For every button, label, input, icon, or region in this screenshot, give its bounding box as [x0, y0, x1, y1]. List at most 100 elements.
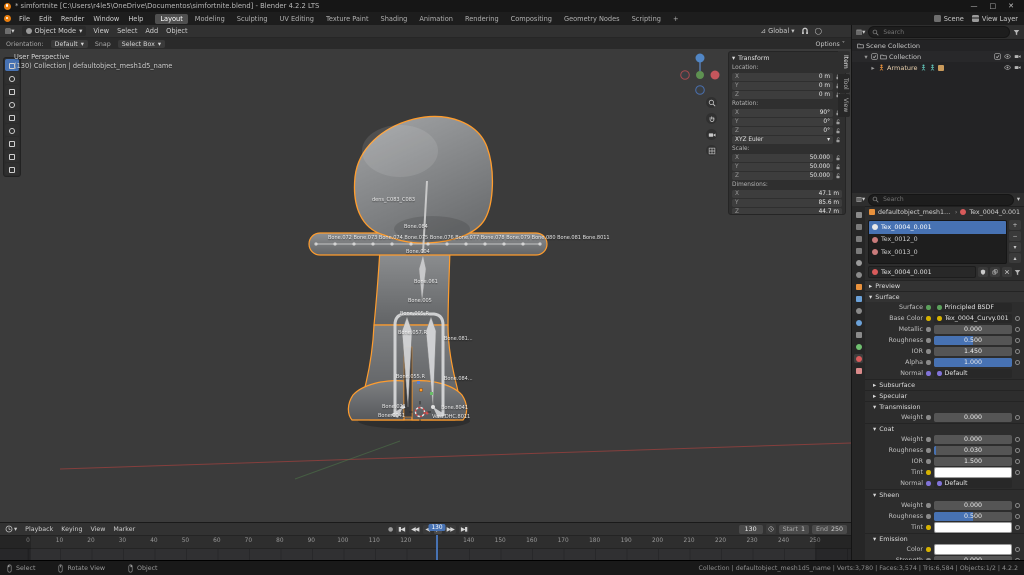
tab-physics[interactable] — [854, 318, 863, 327]
scale-tool[interactable] — [5, 111, 19, 123]
outliner-row-scene-collection[interactable]: Scene Collection — [852, 40, 1024, 51]
render-camera-icon[interactable] — [1014, 53, 1021, 60]
workspace-tab-uv-editing[interactable]: UV Editing — [275, 14, 319, 24]
lock-icon[interactable] — [835, 137, 842, 144]
coat-ior-field[interactable]: 1.500 — [934, 457, 1012, 466]
viewport-menu-view[interactable]: View — [93, 27, 109, 35]
metallic-slider[interactable]: 0.000 — [934, 325, 1012, 334]
snap-magnet-icon[interactable] — [801, 27, 809, 35]
annotate-tool[interactable] — [5, 137, 19, 149]
base-color-texture-button[interactable]: Tex_0004_Curvy.001 — [934, 314, 1012, 323]
checkbox-icon[interactable] — [871, 53, 878, 60]
tab-particles[interactable] — [854, 306, 863, 315]
workspace-tab-compositing[interactable]: Compositing — [506, 14, 557, 24]
menu-render[interactable]: Render — [61, 15, 84, 23]
lock-icon[interactable] — [835, 173, 842, 180]
panel-transmission[interactable]: ▾Transmission — [865, 401, 1024, 412]
add-cube-tool[interactable] — [5, 163, 19, 175]
editor-type-icon[interactable]: ▤▾ — [5, 27, 15, 35]
move-tool[interactable] — [5, 85, 19, 97]
sidebar-tab-item[interactable]: Item — [838, 51, 850, 73]
add-slot-button[interactable]: + — [1009, 220, 1021, 230]
auto-key-button[interactable]: ● — [388, 526, 393, 533]
workspace-tab-scripting[interactable]: Scripting — [627, 14, 666, 24]
measure-tool[interactable] — [5, 150, 19, 162]
navigation-gizmo[interactable] — [681, 54, 720, 95]
workspace-tab-sculpting[interactable]: Sculpting — [232, 14, 273, 24]
rotation-y-field[interactable]: Y0° — [732, 118, 833, 126]
preview-range-clock-icon[interactable] — [766, 524, 776, 534]
rotation-x-field[interactable]: X90° — [732, 109, 833, 117]
playhead-frame-badge[interactable]: 130 — [428, 524, 445, 531]
jump-to-start-button[interactable]: ▮◀ — [396, 525, 406, 534]
timeline-menu-view[interactable]: View — [90, 526, 105, 533]
rotation-z-field[interactable]: Z0° — [732, 127, 833, 135]
sheen-roughness-slider[interactable]: 0.500 — [934, 512, 1012, 521]
breadcrumb-object[interactable]: defaultobject_mesh1d5_name — [878, 209, 952, 216]
scene-selector[interactable]: Scene — [934, 15, 964, 23]
location-z-field[interactable]: Z0 m — [732, 91, 833, 99]
cursor-tool[interactable] — [5, 72, 19, 84]
camera-view-icon[interactable] — [706, 129, 717, 140]
outliner-search[interactable] — [868, 26, 1010, 38]
panel-surface[interactable]: ▾Surface — [865, 291, 1024, 302]
tab-world[interactable] — [854, 270, 863, 279]
workspace-tab-rendering[interactable]: Rendering — [460, 14, 504, 24]
sidebar-tab-tool[interactable]: Tool — [838, 74, 850, 94]
fake-user-shield-icon[interactable] — [978, 267, 988, 277]
minimize-button[interactable]: — — [971, 2, 978, 10]
tab-render[interactable] — [854, 222, 863, 231]
tab-constraints[interactable] — [854, 330, 863, 339]
remove-slot-button[interactable]: − — [1009, 231, 1021, 241]
close-button[interactable]: ✕ — [1008, 2, 1014, 10]
workspace-tab-texture-paint[interactable]: Texture Paint — [321, 14, 374, 24]
unlink-x-icon[interactable] — [1002, 267, 1012, 277]
timeline-menu-marker[interactable]: Marker — [113, 526, 135, 533]
tab-tool[interactable] — [854, 210, 863, 219]
maximize-button[interactable]: □ — [990, 2, 997, 10]
tab-modifiers[interactable] — [854, 294, 863, 303]
lock-icon[interactable] — [835, 128, 842, 135]
perspective-grid-icon[interactable] — [706, 145, 717, 156]
orientation-value[interactable]: Default▾ — [51, 40, 88, 48]
properties-search[interactable] — [868, 194, 1014, 206]
options-dropdown[interactable]: Options˅ — [816, 41, 845, 48]
menu-file[interactable]: File — [19, 15, 30, 23]
menu-help[interactable]: Help — [128, 15, 143, 23]
timeline-menu-keying[interactable]: Keying — [61, 526, 82, 533]
normal-input-button[interactable]: Default — [934, 369, 1012, 378]
tab-object[interactable] — [854, 282, 863, 291]
ior-field[interactable]: 1.450 — [934, 347, 1012, 356]
dimensions-z-field[interactable]: Z44.7 m — [732, 208, 842, 215]
outliner-row-collection[interactable]: ▾ Collection — [852, 51, 1024, 62]
coat-roughness-slider[interactable]: 0.030 — [934, 446, 1012, 455]
workspace-tab-layout[interactable]: Layout — [155, 14, 187, 24]
workspace-tab-shading[interactable]: Shading — [376, 14, 413, 24]
sheen-tint-swatch[interactable] — [934, 522, 1012, 533]
3d-viewport[interactable]: User Perspective (130) Collection | defa… — [0, 49, 851, 523]
scale-z-field[interactable]: Z50.000 — [732, 172, 833, 180]
panel-sheen[interactable]: ▾Sheen — [865, 489, 1024, 500]
tab-object-data[interactable] — [854, 342, 863, 351]
active-tool[interactable]: Select Box▾ — [118, 40, 165, 48]
view-layer-selector[interactable]: View Layer — [972, 15, 1018, 23]
location-y-field[interactable]: Y0 m — [732, 82, 833, 90]
tab-scene[interactable] — [854, 258, 863, 267]
jump-to-end-button[interactable]: ▶▮ — [459, 525, 469, 534]
scale-y-field[interactable]: Y50.000 — [732, 163, 833, 171]
panel-emission[interactable]: ▾Emission — [865, 533, 1024, 544]
roughness-slider[interactable]: 0.500 — [934, 336, 1012, 345]
coat-normal-button[interactable]: Default — [934, 479, 1012, 488]
menu-window[interactable]: Window — [93, 15, 119, 23]
lock-icon[interactable] — [835, 155, 842, 162]
dimensions-x-field[interactable]: X47.1 m — [732, 190, 842, 198]
panel-specular[interactable]: ▸Specular — [865, 390, 1024, 401]
prev-keyframe-button[interactable]: ◀◀ — [409, 525, 420, 534]
material-slot-list[interactable]: Tex_0004_0.001 Tex_0012_0 Tex_0013_0 — [868, 220, 1007, 264]
zoom-icon[interactable] — [706, 97, 717, 108]
sidebar-tab-view[interactable]: View — [838, 94, 850, 116]
rotation-mode-dropdown[interactable]: XYZ Euler▾ — [732, 136, 833, 144]
location-x-field[interactable]: X0 m — [732, 73, 833, 81]
expander-icon[interactable]: ▸ — [870, 64, 876, 72]
outliner-row-armature[interactable]: ▸ Armature — [852, 62, 1024, 73]
